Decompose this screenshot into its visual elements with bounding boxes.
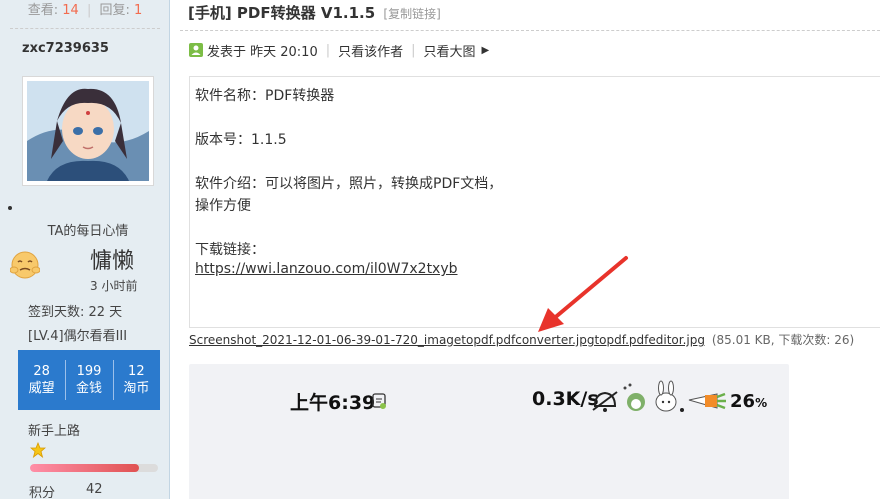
bunny-sticker-icon	[655, 380, 684, 412]
author-username[interactable]: zxc7239635	[22, 41, 109, 56]
only-author-link[interactable]: 只看该作者	[338, 41, 403, 60]
download-link-line: https://wwi.lanzouo.com/il0W7x2txyb	[195, 261, 458, 277]
stat-money[interactable]: 199 金钱	[65, 350, 112, 410]
replies-count: 1	[134, 3, 143, 18]
sticker-icon	[623, 383, 645, 411]
mood-time: 3 小时前	[90, 279, 138, 293]
red-arrow-annotation	[538, 256, 628, 332]
avatar-image	[27, 81, 149, 181]
star-icon	[30, 442, 46, 458]
points-label: 积分	[29, 486, 56, 499]
attachment-meta: (85.01 KB, 下载次数: 26)	[711, 333, 855, 347]
battery-value: 26	[730, 391, 756, 412]
battery-unit: %	[755, 396, 768, 410]
user-level[interactable]: [LV.4]偶尔看看III	[28, 325, 127, 344]
post-meta: 发表于 昨天 20:10 | 只看该作者 | 只看大图 ▶	[188, 41, 490, 60]
thread-stats: 查看: 14 | 回复: 1	[0, 0, 170, 26]
phone-status-icons	[372, 380, 726, 412]
attachment-row: Screenshot_2021-12-01-06-39-01-720_image…	[189, 331, 854, 348]
battery-icon	[688, 392, 726, 410]
author-sidebar: 查看: 14 | 回复: 1 zxc7239635 TA的每日心情 慵懒 3 小…	[0, 0, 170, 499]
views-count: 14	[62, 3, 79, 18]
meta-separator: |	[411, 42, 416, 58]
phone-battery-level: 26%	[730, 391, 767, 412]
user-rank[interactable]: 新手上路	[28, 420, 80, 439]
stat-label: 金钱	[75, 381, 102, 396]
sidebar-divider	[10, 28, 160, 29]
post-title-text: [手机] PDF转换器 V1.1.5	[188, 4, 376, 22]
stat-label: 威望	[28, 381, 55, 396]
title-divider	[180, 30, 880, 31]
views-label: 查看:	[27, 3, 59, 18]
post-title: [手机] PDF转换器 V1.1.5 [复制链接]	[188, 2, 441, 23]
points-value: 42	[86, 482, 103, 497]
rank-progress-fill	[30, 464, 139, 472]
copy-link-button[interactable]: [复制链接]	[383, 7, 440, 21]
download-link[interactable]: https://wwi.lanzouo.com/il0W7x2txyb	[195, 261, 458, 277]
stat-prestige[interactable]: 28 威望	[18, 350, 65, 410]
lazy-face-icon	[10, 251, 40, 279]
post-line-intro-cont: 操作方便	[195, 198, 251, 214]
mood-title: TA的每日心情	[47, 224, 129, 239]
avatar[interactable]	[22, 76, 154, 186]
rank-progress-bar	[30, 464, 158, 472]
post-line-download-label: 下载链接：	[195, 242, 265, 258]
notification-icon	[372, 393, 386, 409]
attached-phone-screenshot[interactable]: 上午6:39 0.3K/s 26%	[189, 364, 789, 499]
meta-separator: |	[325, 42, 331, 58]
stat-value: 199	[76, 364, 102, 379]
post-timestamp: 发表于 昨天 20:10	[207, 44, 318, 60]
caret-right-icon[interactable]: ▶	[482, 45, 490, 56]
stat-label: 淘币	[123, 381, 150, 396]
mute-bell-icon	[592, 391, 618, 412]
user-stats-box: 28 威望 199 金钱 12 淘币	[18, 350, 160, 410]
post-line-version: 版本号：1.1.5	[195, 132, 287, 148]
stat-value: 28	[33, 364, 50, 379]
stats-separator: |	[86, 3, 92, 18]
post-line-software-name: 软件名称：PDF转换器	[195, 88, 335, 104]
replies-label: 回复:	[99, 3, 130, 18]
stat-coins[interactable]: 12 淘币	[112, 350, 160, 410]
large-image-link[interactable]: 只看大图	[424, 41, 476, 60]
sign-in-days: 签到天数: 22 天	[28, 305, 123, 320]
list-bullet	[8, 206, 12, 210]
author-online-icon	[189, 43, 203, 57]
mood-word: 慵懒	[90, 249, 135, 274]
post-line-intro: 软件介绍：可以将图片，照片，转换成PDF文档，	[195, 176, 503, 192]
stat-value: 12	[128, 364, 145, 379]
